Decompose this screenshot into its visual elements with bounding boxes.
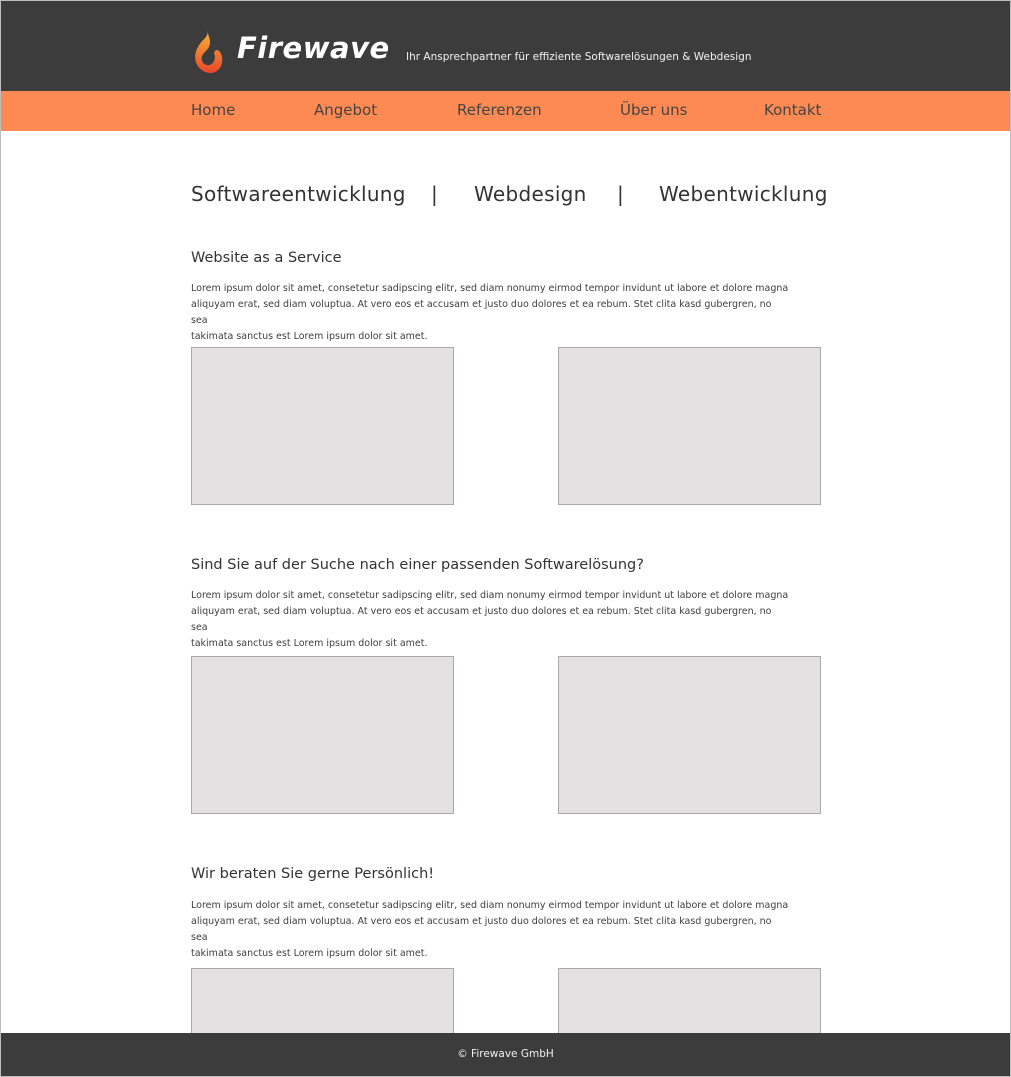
brand-name[interactable]: Firewave xyxy=(237,31,390,65)
service-separator: | xyxy=(431,182,438,206)
section-text: Lorem ipsum dolor sit amet, consetetur s… xyxy=(191,281,791,345)
copyright-text: © Firewave GmbH xyxy=(457,1048,554,1060)
image-placeholder xyxy=(558,347,821,505)
text-line: takimata sanctus est Lorem ipsum dolor s… xyxy=(191,948,428,959)
service-webentwicklung: Webentwicklung xyxy=(659,182,828,206)
section-text: Lorem ipsum dolor sit amet, consetetur s… xyxy=(191,898,791,962)
image-placeholder xyxy=(191,656,454,814)
header-tagline: Ihr Ansprechpartner für effiziente Softw… xyxy=(406,51,752,63)
page: Firewave Ihr Ansprechpartner für effizie… xyxy=(0,0,1011,1077)
service-softwareentwicklung: Softwareentwicklung xyxy=(191,182,406,206)
nav-item-ueber-uns[interactable]: Über uns xyxy=(620,101,688,119)
text-line: Lorem ipsum dolor sit amet, consetetur s… xyxy=(191,900,789,911)
text-line: Lorem ipsum dolor sit amet, consetetur s… xyxy=(191,283,789,294)
nav-item-home[interactable]: Home xyxy=(191,101,235,119)
text-line: aliquyam erat, sed diam voluptua. At ver… xyxy=(191,916,772,943)
site-footer: © Firewave GmbH xyxy=(1,1033,1010,1076)
service-separator: | xyxy=(617,182,624,206)
text-line: aliquyam erat, sed diam voluptua. At ver… xyxy=(191,606,772,633)
image-placeholder xyxy=(558,656,821,814)
flame-logo-icon[interactable] xyxy=(190,27,224,75)
nav-item-referenzen[interactable]: Referenzen xyxy=(457,101,542,119)
main-nav: Home Angebot Referenzen Über uns Kontakt xyxy=(1,91,1010,131)
section-text: Lorem ipsum dolor sit amet, consetetur s… xyxy=(191,588,791,652)
section-title: Sind Sie auf der Suche nach einer passen… xyxy=(191,557,644,573)
nav-item-angebot[interactable]: Angebot xyxy=(314,101,377,119)
nav-item-kontakt[interactable]: Kontakt xyxy=(764,101,821,119)
text-line: takimata sanctus est Lorem ipsum dolor s… xyxy=(191,638,428,649)
text-line: aliquyam erat, sed diam voluptua. At ver… xyxy=(191,299,772,326)
text-line: Lorem ipsum dolor sit amet, consetetur s… xyxy=(191,590,789,601)
section-title: Website as a Service xyxy=(191,250,342,266)
site-header: Firewave Ihr Ansprechpartner für effizie… xyxy=(1,1,1010,91)
service-webdesign: Webdesign xyxy=(474,182,587,206)
image-placeholder xyxy=(191,347,454,505)
text-line: takimata sanctus est Lorem ipsum dolor s… xyxy=(191,331,428,342)
section-title: Wir beraten Sie gerne Persönlich! xyxy=(191,866,435,882)
